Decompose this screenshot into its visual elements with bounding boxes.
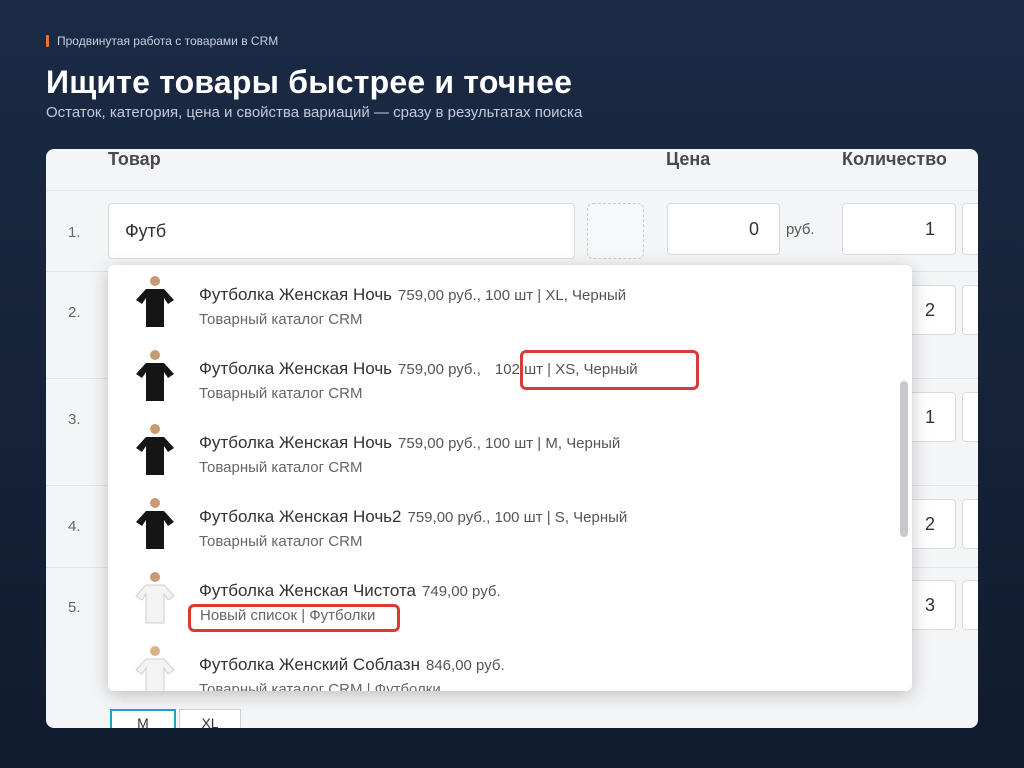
tshirt-thumbnail-icon	[136, 498, 174, 549]
size-chip-m[interactable]: M	[110, 709, 176, 728]
product-details: 749,00 руб.	[422, 583, 501, 600]
extra-field[interactable]	[962, 285, 978, 335]
currency-label: руб.	[786, 221, 815, 238]
header-product: Товар	[108, 149, 161, 169]
search-result-item[interactable]: Футболка Женская Ночь 759,00 руб., 100 шт…	[108, 413, 888, 487]
header-quantity: Количество	[842, 149, 947, 169]
extra-field[interactable]	[962, 392, 978, 442]
search-result-item[interactable]: Футболка Женская Ночь 759,00 руб., 100 шт…	[108, 265, 888, 339]
eyebrow: Продвинутая работа с товарами в CRM	[46, 34, 278, 48]
dropdown-scrollbar[interactable]	[900, 381, 908, 537]
search-results-dropdown: Футболка Женская Ночь 759,00 руб., 100 шт…	[108, 265, 912, 691]
row-number: 3.	[68, 411, 81, 428]
tshirt-thumbnail-icon	[136, 350, 174, 401]
product-details: 846,00 руб.	[426, 657, 505, 674]
eyebrow-text: Продвинутая работа с товарами в CRM	[57, 34, 279, 48]
extra-field[interactable]	[962, 203, 978, 255]
quantity-input[interactable]: 1	[842, 203, 956, 255]
row-number: 4.	[68, 518, 81, 535]
product-catalog: Товарный каталог CRM	[199, 533, 363, 550]
search-result-item[interactable]: Футболка Женский Соблазн 846,00 руб. Това…	[108, 635, 888, 691]
header-price: Цена	[666, 149, 711, 169]
row-number: 5.	[68, 599, 81, 616]
product-photo-slot[interactable]	[587, 203, 644, 259]
tshirt-thumbnail-icon	[135, 572, 175, 624]
price-input[interactable]: 0	[667, 203, 780, 255]
row-number: 2.	[68, 304, 81, 321]
product-name: Футболка Женская Чистота	[199, 581, 417, 600]
search-result-item[interactable]: Футболка Женская Ночь 759,00 руб., 102 шт …	[108, 339, 888, 413]
stock-variant-highlight	[520, 350, 699, 390]
product-name: Футболка Женская Ночь	[199, 433, 393, 452]
product-details: 759,00 руб., 100 шт | S, Черный	[407, 509, 628, 526]
search-result-item[interactable]: Футболка Женская Ночь2 759,00 руб., 100 ш…	[108, 487, 888, 561]
page-title: Ищите товары быстрее и точнее	[46, 64, 573, 100]
product-details: 759,00 руб., 100 шт | XL, Черный	[398, 287, 627, 304]
tshirt-thumbnail-icon	[135, 646, 175, 691]
product-catalog: Товарный каталог CRM	[199, 385, 363, 402]
extra-field[interactable]	[962, 580, 978, 630]
product-name: Футболка Женская Ночь	[199, 285, 393, 304]
accent-bar	[46, 35, 49, 47]
product-details: 759,00 руб., 100 шт | M, Черный	[398, 435, 621, 452]
category-highlight	[188, 604, 400, 632]
tshirt-thumbnail-icon	[136, 276, 174, 327]
page-subtitle: Остаток, категория, цена и свойства вари…	[46, 104, 583, 121]
product-price: 759,00 руб.,	[398, 361, 481, 378]
size-chip-xl[interactable]: XL	[179, 709, 241, 728]
product-search-input[interactable]: Футб	[108, 203, 575, 259]
product-catalog: Товарный каталог CRM	[199, 459, 363, 476]
row-number: 1.	[68, 224, 81, 241]
extra-field[interactable]	[962, 499, 978, 549]
product-catalog: Товарный каталог CRM | Футболки	[199, 681, 441, 691]
product-catalog: Товарный каталог CRM	[199, 311, 363, 328]
tshirt-thumbnail-icon	[136, 424, 174, 475]
product-name: Футболка Женская Ночь	[199, 359, 393, 378]
product-name: Футболка Женский Соблазн	[199, 655, 420, 674]
product-name: Футболка Женская Ночь2	[199, 507, 402, 526]
table-header: Товар Цена Количество	[46, 149, 978, 191]
